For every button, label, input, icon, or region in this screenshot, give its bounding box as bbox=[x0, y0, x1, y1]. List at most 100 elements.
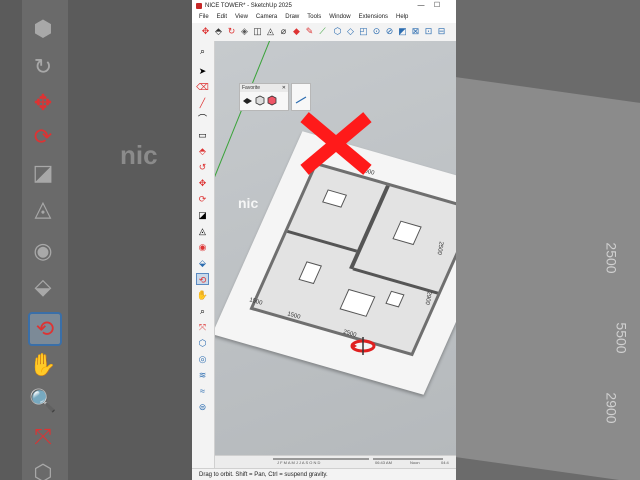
measure-icon[interactable] bbox=[295, 96, 307, 104]
top-toolbar: ✥ ⬘ ↻ ◈ ◫ ◬ ⌀ ◆ ✎ ⟋ ⬡ ◇ ◰ ⊙ ⊘ ◩ ⊠ ⊡ ⊟ bbox=[192, 23, 456, 42]
menu-draw[interactable]: Draw bbox=[281, 12, 303, 23]
time-slider[interactable] bbox=[373, 458, 443, 460]
bg-zoom-icon: 🔍 bbox=[29, 388, 57, 413]
arc-icon[interactable]: ⌒ bbox=[196, 113, 209, 125]
push-pull-icon[interactable]: ⬘ bbox=[213, 26, 224, 37]
timeline-end-time: 04:4 bbox=[441, 460, 449, 465]
maximize-button[interactable]: ☐ bbox=[430, 0, 444, 12]
window-title: NICE TOWER* - SketchUp 2025 bbox=[205, 3, 292, 9]
bg-dim-label: 2900 bbox=[603, 392, 620, 424]
view-back-icon[interactable]: ⊘ bbox=[384, 26, 395, 37]
kitchen-counter bbox=[322, 189, 348, 208]
tool-scale-icon[interactable]: ◪ bbox=[196, 209, 209, 221]
overlay-brand-text: nic bbox=[238, 195, 259, 211]
menu-extensions[interactable]: Extensions bbox=[355, 12, 392, 23]
status-bar: Drag to orbit. Shift = Pan, Ctrl = suspe… bbox=[192, 468, 456, 480]
background-right-panel: 2500 5500 2900 bbox=[456, 0, 640, 480]
menu-camera[interactable]: Camera bbox=[252, 12, 281, 23]
menu-bar: File Edit View Camera Draw Tools Window … bbox=[192, 12, 456, 23]
menu-window[interactable]: Window bbox=[325, 12, 354, 23]
stairs bbox=[339, 288, 376, 317]
background-left-panel: ⬢ ↻ ✥ ⟳ ◪ ◬ ◉ ⬙ ⟲ ✋ 🔍 ⤧ ⬡ nic bbox=[0, 0, 192, 480]
bg-zoom-extents-icon: ⤧ bbox=[34, 424, 52, 449]
menu-file[interactable]: File bbox=[195, 12, 213, 23]
interior-wall bbox=[349, 185, 390, 270]
bg-dim-label: 2500 bbox=[603, 242, 620, 274]
bg-move-icon: ✥ bbox=[33, 90, 53, 115]
bg-paint-icon: ⬙ bbox=[34, 274, 52, 299]
menu-tools[interactable]: Tools bbox=[303, 12, 325, 23]
minimize-button[interactable]: — bbox=[414, 0, 428, 12]
view-left-icon[interactable]: ◩ bbox=[397, 26, 408, 37]
secondary-toolbar bbox=[291, 83, 311, 111]
bg-walk-icon: ⬡ bbox=[33, 460, 53, 480]
zoom-extents-icon[interactable]: ⤧ bbox=[196, 321, 209, 333]
section-plane-icon[interactable]: ⊠ bbox=[410, 26, 421, 37]
rectangle-icon[interactable]: ▭ bbox=[196, 129, 209, 141]
select-icon[interactable]: ➤ bbox=[196, 65, 209, 77]
rotate-icon[interactable]: ↻ bbox=[226, 26, 237, 37]
view-iso-icon[interactable]: ⬡ bbox=[332, 26, 343, 37]
bg-offset-icon: ◬ bbox=[34, 196, 52, 221]
tool-tape-icon[interactable]: ◉ bbox=[196, 241, 209, 253]
tool-rotate-icon[interactable]: ⟳ bbox=[196, 193, 209, 205]
bg-dim-label: 5500 bbox=[613, 322, 630, 354]
timeline-noon: Noon bbox=[410, 460, 420, 465]
model-viewport[interactable]: 4500 2500 2900 1500 1500 2500 nic Favori… bbox=[215, 41, 456, 455]
month-slider[interactable] bbox=[273, 458, 369, 460]
menu-help[interactable]: Help bbox=[392, 12, 412, 23]
shadow-timeline: J F M A M J J A S O N D 06:43 AM Noon 04… bbox=[215, 455, 456, 468]
tool-move-icon[interactable]: ✥ bbox=[196, 177, 209, 189]
timeline-time: 06:43 AM bbox=[375, 460, 392, 465]
sandbox-icon[interactable]: ≋ bbox=[196, 369, 209, 381]
view-top-icon[interactable]: ◇ bbox=[345, 26, 356, 37]
scale-icon[interactable]: ◫ bbox=[252, 26, 263, 37]
app-icon bbox=[196, 3, 202, 9]
pencil-icon[interactable]: ✎ bbox=[304, 26, 315, 37]
tape-measure-icon[interactable]: ⌀ bbox=[278, 26, 289, 37]
zoom-icon[interactable]: ⌕ bbox=[196, 305, 209, 317]
interior-wall bbox=[286, 229, 358, 253]
paint-bucket-icon[interactable]: ⬙ bbox=[196, 257, 209, 269]
flat-shape-icon[interactable] bbox=[242, 95, 253, 106]
stamp-icon[interactable]: ⊜ bbox=[196, 401, 209, 413]
text-icon[interactable]: ◆ bbox=[291, 26, 302, 37]
menu-edit[interactable]: Edit bbox=[213, 12, 231, 23]
tool-follow-me-icon[interactable]: ↺ bbox=[196, 161, 209, 173]
favorites-title: Favorite bbox=[242, 85, 261, 91]
menu-view[interactable]: View bbox=[231, 12, 252, 23]
move-icon[interactable]: ✥ bbox=[200, 26, 211, 37]
offset-icon[interactable]: ◬ bbox=[265, 26, 276, 37]
favorites-header: Favorite ✕ bbox=[240, 84, 288, 92]
pan-icon[interactable]: ✋ bbox=[196, 289, 209, 301]
red-x-mark bbox=[297, 111, 375, 175]
bg-push-pull-icon: ⬢ bbox=[33, 16, 53, 41]
box-icon[interactable] bbox=[254, 95, 265, 106]
search-icon[interactable]: ⌕ bbox=[196, 45, 209, 57]
bg-orbit-icon: ⟲ bbox=[28, 312, 62, 346]
tool-push-pull-icon[interactable]: ⬘ bbox=[196, 145, 209, 157]
view-right-icon[interactable]: ⊙ bbox=[371, 26, 382, 37]
table bbox=[392, 220, 422, 246]
axes-icon[interactable]: ⟋ bbox=[317, 26, 328, 37]
orbit-icon[interactable]: ⟲ bbox=[196, 273, 209, 285]
view-front-icon[interactable]: ◰ bbox=[358, 26, 369, 37]
component-icon[interactable] bbox=[266, 95, 277, 106]
smoove-icon[interactable]: ≈ bbox=[196, 385, 209, 397]
left-toolbar: ⌕ ➤ ⌫ ╱ ⌒ ▭ ⬘ ↺ ✥ ⟳ ◪ ◬ ◉ ⬙ ⟲ ✋ ⌕ ⤧ ⬡ ◎ … bbox=[192, 41, 215, 468]
chair bbox=[385, 290, 405, 308]
bg-follow-me-icon: ↻ bbox=[33, 54, 53, 79]
close-icon[interactable]: ✕ bbox=[282, 84, 286, 92]
tool-offset-icon[interactable]: ◬ bbox=[196, 225, 209, 237]
section-fill-icon[interactable]: ⊟ bbox=[436, 26, 447, 37]
bg-tape-icon: ◉ bbox=[33, 238, 53, 263]
look-around-icon[interactable]: ◎ bbox=[196, 353, 209, 365]
section-cut-icon[interactable]: ⊡ bbox=[423, 26, 434, 37]
bg-rotate-icon: ⟳ bbox=[33, 124, 53, 149]
follow-me-icon[interactable]: ◈ bbox=[239, 26, 250, 37]
timeline-months: J F M A M J J A S O N D bbox=[277, 460, 321, 465]
line-icon[interactable]: ╱ bbox=[196, 97, 209, 109]
walk-icon[interactable]: ⬡ bbox=[196, 337, 209, 349]
eraser-icon[interactable]: ⌫ bbox=[196, 81, 209, 93]
bg-pan-icon: ✋ bbox=[29, 352, 57, 377]
